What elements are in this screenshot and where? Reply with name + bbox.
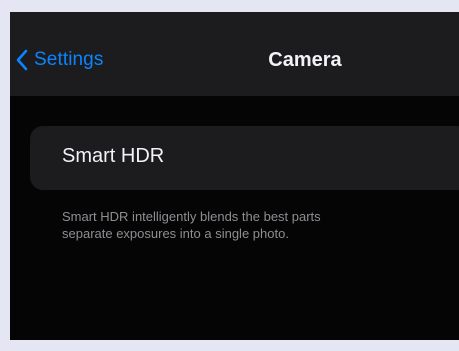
description-line-1: Smart HDR intelligently blends the best …	[62, 209, 321, 224]
back-button-label: Settings	[34, 49, 104, 70]
description-line-2: separate exposures into a single photo.	[62, 226, 289, 241]
back-button[interactable]: Settings	[16, 46, 103, 74]
smart-hdr-label: Smart HDR	[62, 145, 165, 167]
phone-screen: Settings Camera Smart HDR Smart HDR inte…	[10, 12, 459, 340]
smart-hdr-row[interactable]: Smart HDR	[30, 126, 459, 190]
navigation-bar: Settings Camera	[10, 12, 459, 96]
smart-hdr-description: Smart HDR intelligently blends the best …	[62, 208, 459, 242]
chevron-left-icon	[16, 49, 28, 71]
